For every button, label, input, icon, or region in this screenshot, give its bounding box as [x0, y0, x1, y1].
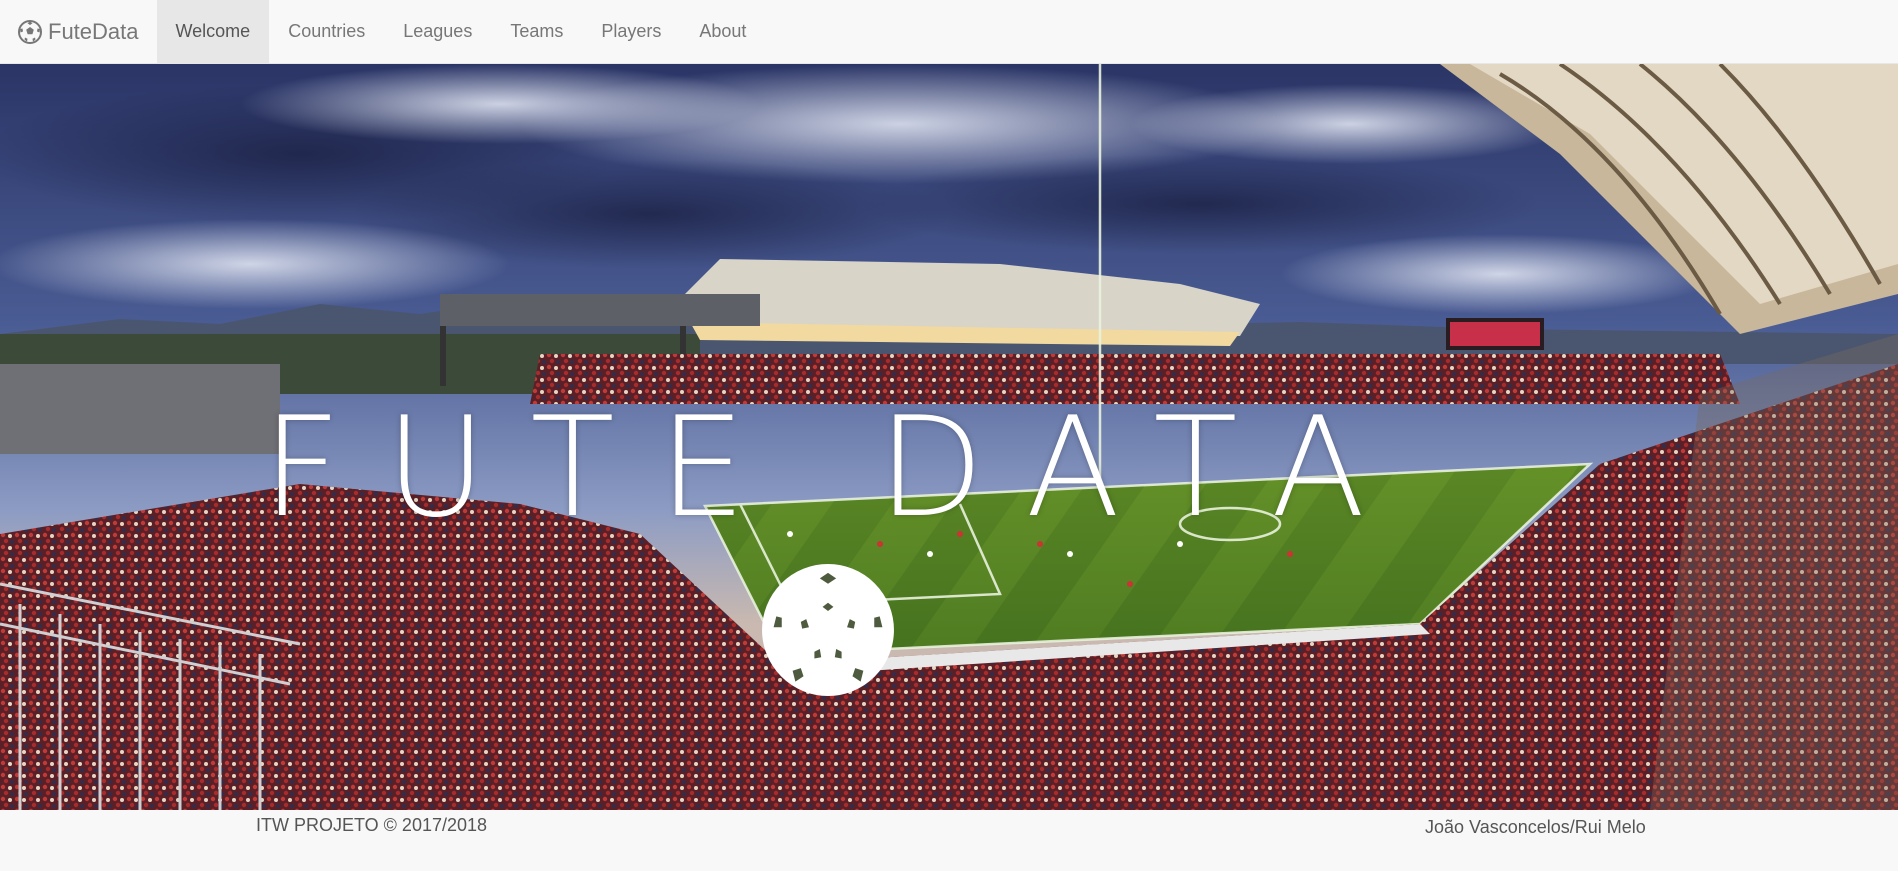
nav-item-countries[interactable]: Countries	[269, 0, 384, 63]
soccer-ball-icon	[762, 564, 894, 696]
nav-item-players[interactable]: Players	[582, 0, 680, 63]
soccer-ball-icon	[18, 19, 42, 44]
nav-item-teams[interactable]: Teams	[491, 0, 582, 63]
footer-copyright: ITW PROJETO © 2017/2018	[256, 815, 488, 835]
top-navbar: FuteData Welcome Countries Leagues Teams…	[0, 0, 1898, 64]
nav-item-about[interactable]: About	[680, 0, 765, 63]
brand-name: FuteData	[48, 18, 139, 44]
brand-link[interactable]: FuteData	[0, 0, 157, 63]
page-footer: ITW PROJETO © 2017/2018 João Vasconcelos…	[0, 810, 1898, 871]
footer-authors: João Vasconcelos/Rui Melo	[1425, 817, 1646, 837]
nav-item-leagues[interactable]: Leagues	[384, 0, 491, 63]
main-nav: Welcome Countries Leagues Teams Players …	[156, 0, 766, 63]
hero-title: FUTE DATA	[262, 387, 1410, 548]
nav-item-welcome[interactable]: Welcome	[156, 0, 270, 63]
hero-banner: FUTE DATA	[0, 64, 1898, 810]
